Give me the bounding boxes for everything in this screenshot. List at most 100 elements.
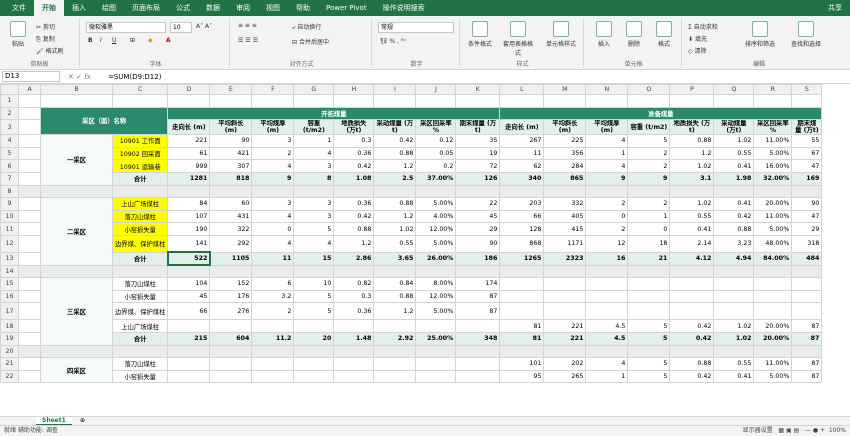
cell[interactable] [293,264,335,279]
cell[interactable] [627,94,671,108]
align-left-icon[interactable]: ☰ ☰ ☰ [238,37,258,44]
row-header[interactable]: 3 [0,119,19,136]
data-cell[interactable]: 87 [791,319,823,333]
data-cell[interactable]: 90 [455,234,501,253]
autosum-button[interactable]: Σ 自动求和 [688,22,718,31]
data-cell[interactable]: 90 [791,197,823,211]
data-cell[interactable]: 12.00% [415,289,457,304]
data-cell[interactable]: 95 [499,369,545,384]
data-cell[interactable]: 87 [455,302,501,321]
data-cell[interactable]: 8.00% [415,277,457,291]
data-cell[interactable]: 5 [627,369,671,384]
column-header[interactable]: P [669,84,715,95]
cell[interactable] [18,146,41,161]
data-cell[interactable]: 318 [791,234,823,253]
cell[interactable] [753,344,793,359]
data-cell[interactable]: 4.12 [669,251,715,266]
cell[interactable] [18,357,41,371]
data-cell[interactable]: 84 [167,197,211,211]
data-cell[interactable] [333,357,375,371]
data-cell[interactable]: 11.00% [753,209,793,224]
data-cell[interactable]: 1105 [209,251,253,266]
cell[interactable] [373,94,417,108]
data-cell[interactable]: 0.88 [669,357,715,371]
cell[interactable] [373,344,417,359]
cell[interactable] [18,319,41,333]
data-cell[interactable] [585,302,629,321]
data-cell[interactable]: 84.00% [753,251,793,266]
data-cell[interactable]: 66 [499,209,545,224]
cell[interactable] [333,94,375,108]
column-header[interactable]: A [18,84,41,95]
data-cell[interactable]: 3.23 [713,234,755,253]
cell[interactable] [111,264,169,279]
data-cell[interactable]: 322 [209,222,253,236]
data-cell[interactable] [373,357,417,371]
row-header[interactable]: 4 [0,134,19,148]
data-cell[interactable]: 2 [251,146,295,161]
display-settings[interactable]: 显示器设置 [743,427,773,434]
data-cell[interactable] [333,319,375,333]
data-cell[interactable] [455,357,501,371]
cell[interactable] [373,264,417,279]
data-cell[interactable]: 0.42 [333,209,375,224]
data-cell[interactable]: 20.00% [753,197,793,211]
data-cell[interactable]: 61 [167,146,211,161]
ribbon-tab[interactable]: 帮助 [288,0,318,16]
font-size-select[interactable]: 10 [170,22,192,33]
ribbon-tab[interactable]: 共享 [820,0,850,16]
insert-cells-button[interactable]: 插入 [588,21,620,48]
data-cell[interactable]: 0 [585,209,629,224]
cell[interactable] [333,184,375,199]
data-cell[interactable]: 5 [627,134,671,148]
data-cell[interactable]: 0.2 [415,159,457,173]
delete-cells-button[interactable]: 删除 [618,21,650,48]
item-name[interactable]: 小窑损失量 [111,289,169,304]
data-cell[interactable]: 0.41 [713,159,755,173]
row-header[interactable]: 18 [0,319,19,333]
row-header[interactable]: 1 [0,94,19,108]
ribbon-tab[interactable]: 插入 [64,0,94,16]
data-cell[interactable]: 4 [251,234,295,253]
data-cell[interactable]: 0.55 [373,234,417,253]
data-cell[interactable]: 81 [499,319,545,333]
cell[interactable] [111,344,169,359]
data-cell[interactable]: 2.5 [373,171,417,186]
data-cell[interactable]: 87 [791,369,823,384]
data-cell[interactable]: 276 [209,302,253,321]
data-cell[interactable]: 47 [791,159,823,173]
data-cell[interactable]: 29 [791,222,823,236]
cell[interactable] [18,119,41,136]
data-cell[interactable]: 2 [585,197,629,211]
data-cell[interactable]: 2 [251,302,295,321]
row-header[interactable]: 14 [0,264,19,279]
column-header[interactable]: B [40,84,113,95]
data-cell[interactable]: 4 [293,146,335,161]
data-cell[interactable]: 5 [293,222,335,236]
data-cell[interactable]: 25.00% [415,331,457,346]
column-header[interactable]: S [791,84,823,95]
cell[interactable] [209,94,253,108]
data-cell[interactable] [293,319,335,333]
data-cell[interactable]: 18 [627,234,671,253]
data-cell[interactable]: 225 [543,134,587,148]
data-cell[interactable]: 0.88 [373,197,417,211]
data-cell[interactable]: 865 [543,171,587,186]
data-cell[interactable]: 221 [167,134,211,148]
data-cell[interactable]: 15 [293,251,335,266]
data-cell[interactable]: 66 [167,302,211,321]
cell[interactable] [18,197,41,211]
data-cell[interactable]: 10 [293,277,335,291]
data-cell[interactable] [209,369,253,384]
data-cell[interactable]: 0.88 [333,222,375,236]
ribbon-tab[interactable]: 操作说明搜索 [375,0,433,16]
row-header[interactable]: 13 [0,251,19,266]
row-header[interactable]: 8 [0,184,19,199]
cell[interactable] [18,184,41,199]
cell[interactable] [18,369,41,384]
cell[interactable] [40,184,113,199]
cell[interactable] [669,264,715,279]
cell[interactable] [209,344,253,359]
cell[interactable] [111,94,169,108]
data-cell[interactable]: 3 [251,197,295,211]
